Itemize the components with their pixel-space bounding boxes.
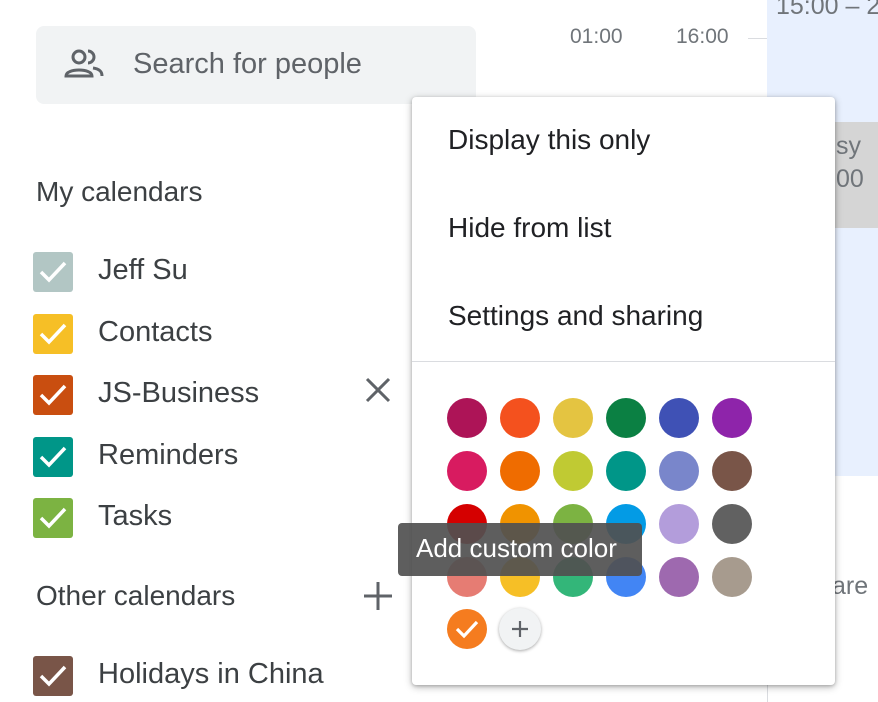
search-people-box[interactable]: Search for people	[36, 26, 476, 104]
checkmark-icon	[39, 323, 67, 345]
color-swatch[interactable]	[500, 451, 540, 491]
calendar-checkbox[interactable]	[33, 498, 73, 538]
event-time-fragment-2: 00	[836, 165, 864, 193]
add-custom-color-button[interactable]	[499, 608, 541, 650]
calendar-list-item[interactable]: Holidays in China	[33, 656, 363, 696]
menu-item-display-only[interactable]: Display this only	[448, 124, 650, 156]
tooltip: Add custom color	[398, 523, 642, 576]
color-swatch[interactable]	[712, 557, 752, 597]
color-swatch[interactable]	[553, 451, 593, 491]
color-swatch[interactable]	[712, 451, 752, 491]
color-swatch[interactable]	[659, 451, 699, 491]
check-icon	[455, 620, 479, 639]
calendar-list-item[interactable]: JS-Business	[33, 375, 363, 415]
time-tick	[748, 38, 767, 39]
color-swatch[interactable]	[659, 398, 699, 438]
color-swatch[interactable]	[447, 451, 487, 491]
calendar-checkbox[interactable]	[33, 252, 73, 292]
calendar-list-item[interactable]: Contacts	[33, 314, 363, 354]
color-swatch[interactable]	[712, 504, 752, 544]
color-swatch[interactable]	[606, 451, 646, 491]
calendar-checkbox[interactable]	[33, 437, 73, 477]
color-swatch[interactable]	[500, 398, 540, 438]
calendar-list-item[interactable]: Jeff Su	[33, 252, 363, 292]
calendar-options-menu: Display this only Hide from list Setting…	[412, 97, 835, 685]
checkmark-icon	[39, 384, 67, 406]
people-icon	[62, 46, 106, 82]
calendar-name: Tasks	[98, 500, 173, 532]
other-calendars-title[interactable]: Other calendars	[36, 580, 235, 612]
my-calendars-title[interactable]: My calendars	[36, 176, 203, 208]
plus-icon	[512, 621, 528, 637]
selected-color-swatch[interactable]	[447, 609, 487, 649]
calendar-name: Jeff Su	[98, 254, 188, 286]
calendar-name: Contacts	[98, 316, 213, 348]
color-swatch[interactable]	[447, 398, 487, 438]
event-time-fragment: 15:00 – 2	[776, 0, 878, 20]
color-swatch[interactable]	[606, 398, 646, 438]
menu-divider	[412, 361, 835, 362]
calendar-checkbox[interactable]	[33, 375, 73, 415]
calendar-checkbox[interactable]	[33, 656, 73, 696]
tooltip-text: Add custom color	[416, 533, 617, 563]
calendar-list-item[interactable]: Tasks	[33, 498, 363, 538]
grid-text-fragment: are	[832, 572, 869, 600]
checkmark-icon	[39, 446, 67, 468]
calendar-name: JS-Business	[98, 377, 260, 409]
calendar-checkbox[interactable]	[33, 314, 73, 354]
menu-item-hide-from-list[interactable]: Hide from list	[448, 212, 611, 244]
color-swatch[interactable]	[659, 557, 699, 597]
checkmark-icon	[39, 507, 67, 529]
time-label: 01:00	[570, 25, 623, 48]
calendar-name: Reminders	[98, 439, 239, 471]
checkmark-icon	[39, 665, 67, 687]
event-title-fragment: sy	[836, 132, 861, 160]
time-label: 16:00	[676, 25, 729, 48]
color-swatch[interactable]	[712, 398, 752, 438]
calendar-name: Holidays in China	[98, 658, 324, 690]
calendar-list-item[interactable]: Reminders	[33, 437, 363, 477]
search-input[interactable]: Search for people	[133, 48, 362, 81]
color-swatch[interactable]	[659, 504, 699, 544]
checkmark-icon	[39, 261, 67, 283]
close-icon[interactable]	[360, 372, 396, 408]
add-calendar-icon[interactable]	[360, 578, 396, 614]
menu-item-settings-sharing[interactable]: Settings and sharing	[448, 300, 703, 332]
color-swatch[interactable]	[553, 398, 593, 438]
